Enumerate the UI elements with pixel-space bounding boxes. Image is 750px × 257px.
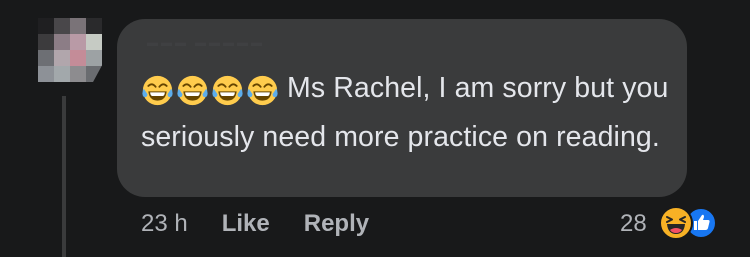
haha-reaction-icon [658, 206, 693, 240]
comment-bubble: ▬▬▬ ▬▬▬▬▬ Ms Rachel, I am sorry but you … [117, 19, 687, 197]
comment-container: ▬▬▬ ▬▬▬▬▬ Ms Rachel, I am sorry but you … [0, 0, 750, 257]
thread-line [62, 96, 66, 257]
comment-text: Ms Rachel, I am sorry but you seriously … [141, 67, 671, 158]
comment-actions: 23 h Like Reply [141, 208, 403, 240]
timestamp[interactable]: 23 h [141, 210, 188, 238]
emoji-group [141, 74, 281, 116]
reaction-icons [655, 206, 717, 242]
like-button[interactable]: Like [222, 210, 270, 238]
laughing-tears-icon [212, 75, 243, 106]
laughing-tears-icon [142, 75, 173, 106]
author-name[interactable]: ▬▬▬ ▬▬▬▬▬ [147, 37, 287, 47]
laughing-tears-icon [247, 75, 278, 106]
reaction-count: 28 [620, 210, 647, 237]
reply-button[interactable]: Reply [304, 210, 369, 238]
avatar[interactable] [38, 18, 102, 82]
reactions-summary[interactable]: 28 [620, 206, 717, 242]
laughing-tears-icon [177, 75, 208, 106]
